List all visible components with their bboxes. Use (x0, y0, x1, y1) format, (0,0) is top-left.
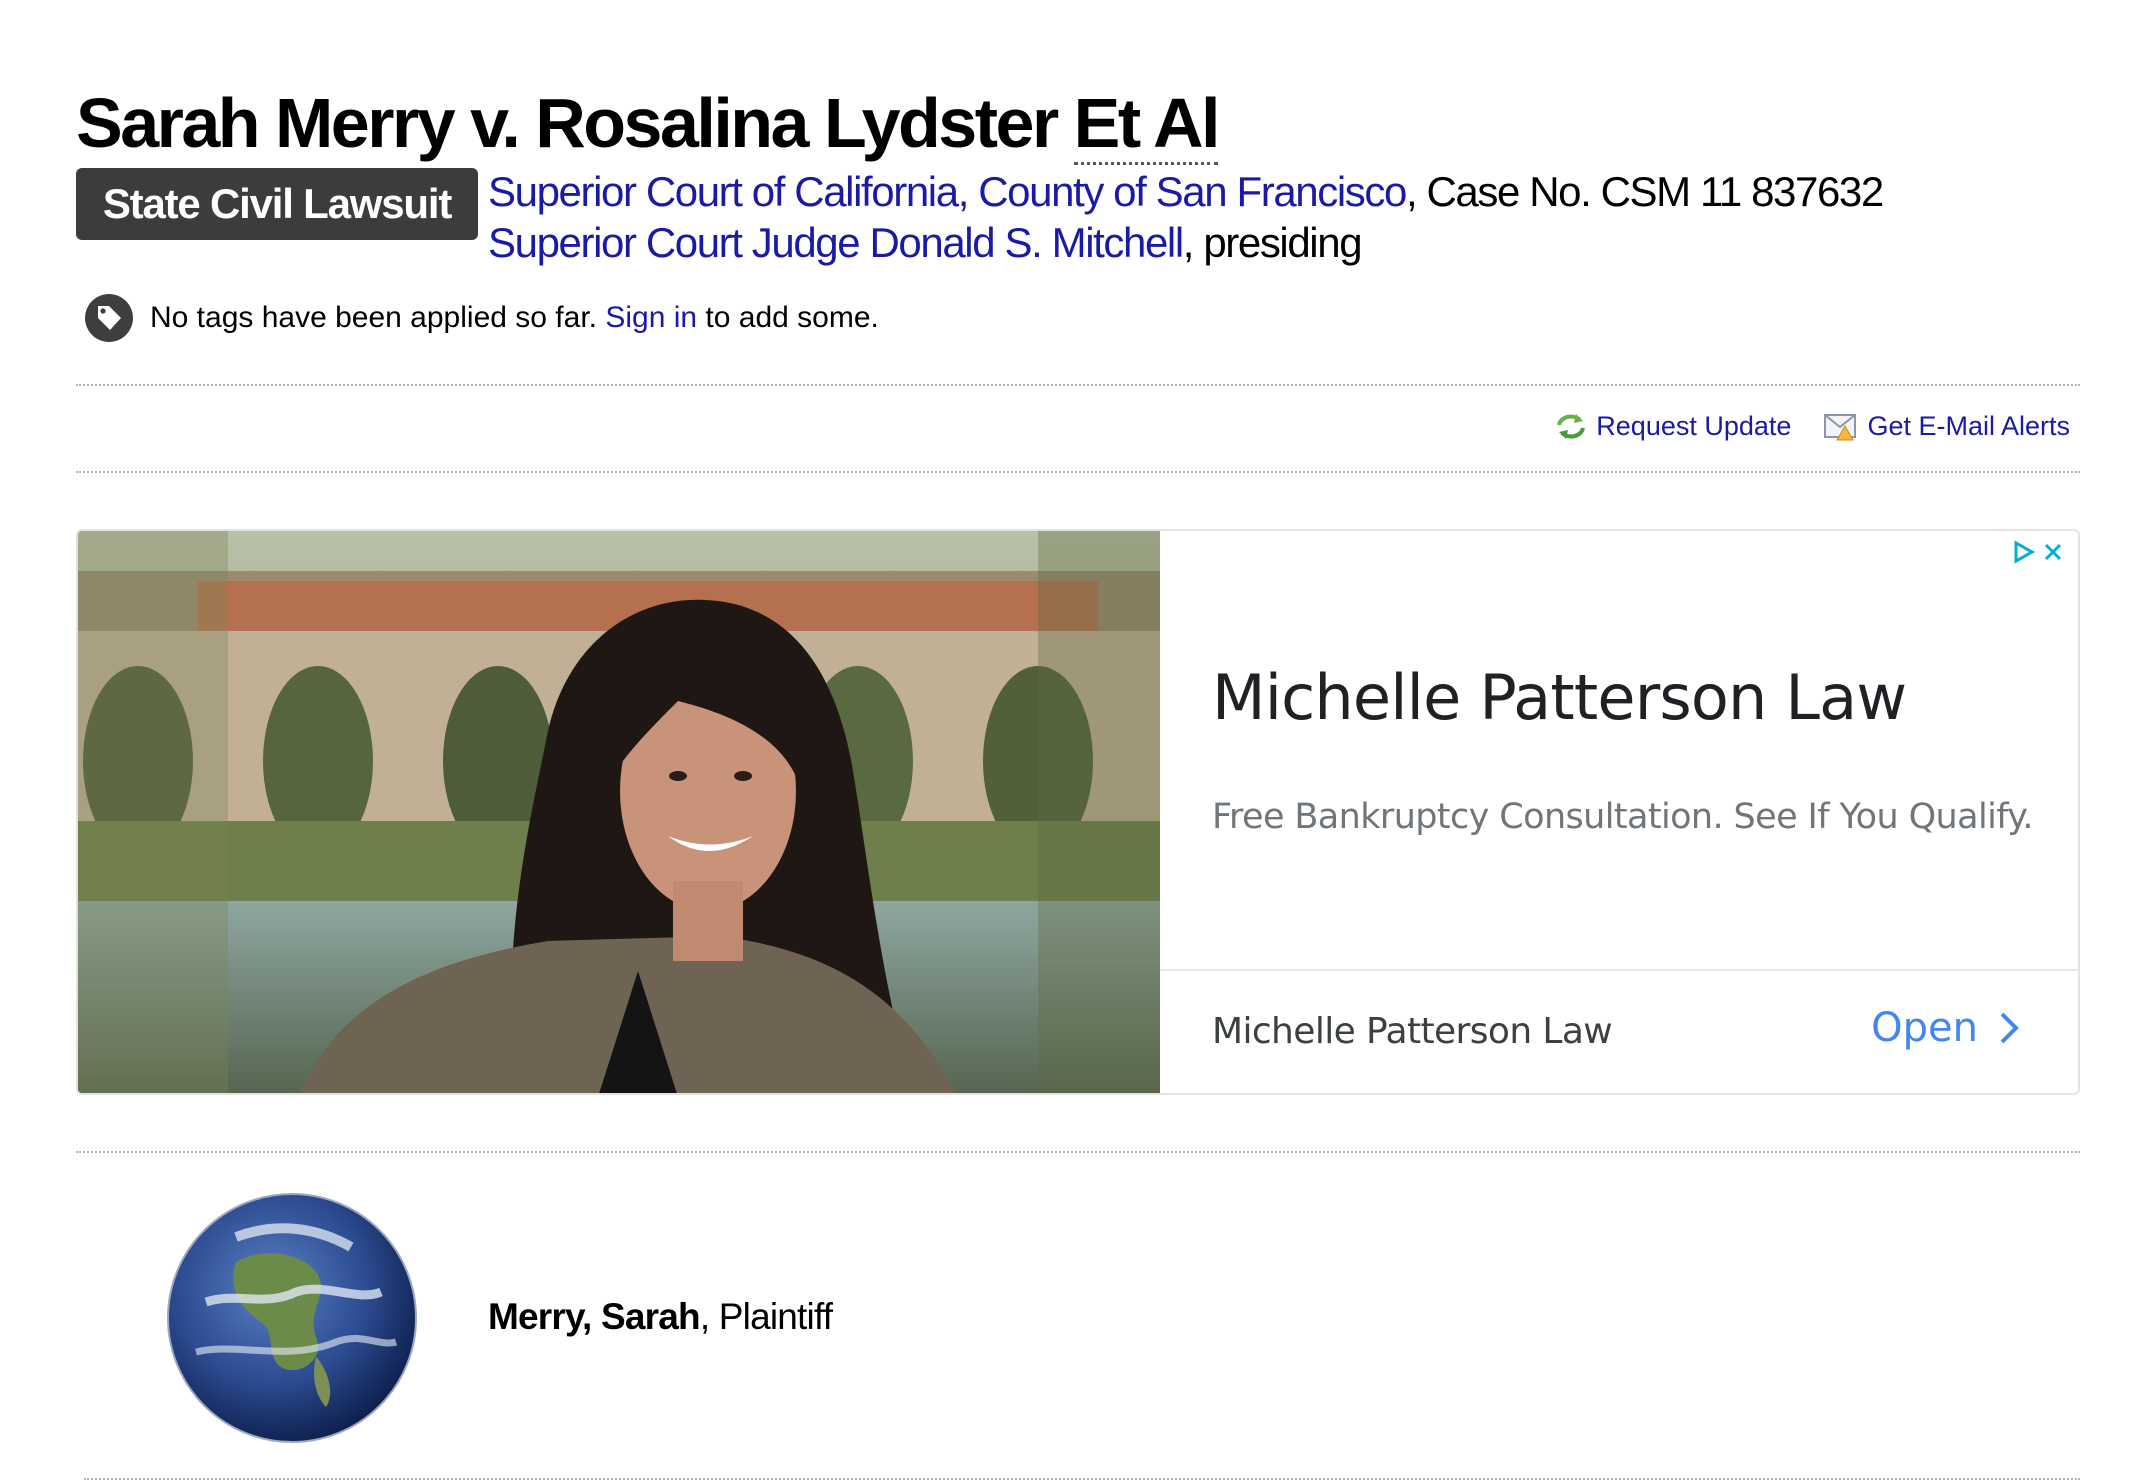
ad-divider (1160, 969, 2078, 971)
refresh-icon (1557, 414, 1586, 439)
case-type-badge: State Civil Lawsuit (76, 168, 478, 240)
ad-advertiser: Michelle Patterson Law (1212, 1011, 1613, 1052)
ad-choices[interactable] (2008, 537, 2068, 567)
ad-text-panel: Michelle Patterson Law Free Bankruptcy C… (1160, 531, 2078, 1093)
ad-open-label: Open (1871, 1005, 1978, 1051)
adchoices-icon[interactable] (2008, 537, 2038, 567)
email-alert-icon (1824, 414, 1857, 441)
case-title: Sarah Merry v. Rosalina Lydster Et Al (76, 82, 1221, 165)
court-line: Superior Court of California, County of … (488, 166, 1884, 218)
divider (76, 1151, 2080, 1153)
sign-in-link[interactable]: Sign in (605, 301, 697, 335)
party-entry: Merry, Sarah, Plaintiff (488, 1292, 833, 1342)
court-link[interactable]: Superior Court of California, County of … (488, 168, 1407, 215)
judge-link[interactable]: Superior Court Judge Donald S. Mitchell (488, 219, 1184, 266)
party-role: , Plaintiff (699, 1296, 833, 1337)
party-name[interactable]: Merry, Sarah (488, 1296, 701, 1337)
divider (76, 471, 2080, 473)
presiding-text: , presiding (1182, 219, 1363, 266)
chevron-right-icon (2000, 1012, 2019, 1044)
divider (76, 384, 2080, 386)
ad-banner[interactable]: Michelle Patterson Law Free Bankruptcy C… (76, 529, 2080, 1095)
ad-description: Free Bankruptcy Consultation. See If You… (1212, 797, 2034, 837)
tags-bar: No tags have been applied so far. Sign i… (84, 292, 879, 344)
request-update-label: Request Update (1596, 410, 1792, 441)
case-number: , Case No. CSM 11 837632 (1405, 168, 1884, 215)
tags-empty-text: No tags have been applied so far. (150, 301, 597, 334)
ad-open-button[interactable]: Open (1871, 1005, 2020, 1051)
email-alerts-button[interactable]: Get E-Mail Alerts (1823, 410, 2070, 442)
request-update-button[interactable]: Request Update (1554, 410, 1791, 442)
tags-suffix-text: to add some. (705, 301, 879, 334)
ad-close-icon[interactable] (2038, 537, 2068, 567)
email-alerts-label: Get E-Mail Alerts (1867, 410, 2070, 441)
judge-line: Superior Court Judge Donald S. Mitchell,… (488, 217, 1363, 269)
case-actions: Request Update Get E-Mail Alerts (1522, 404, 2070, 448)
earth-globe-image (167, 1193, 417, 1443)
et-al-abbr: Et Al (1073, 84, 1221, 165)
case-title-text: Sarah Merry v. Rosalina Lydster (76, 84, 1059, 162)
ad-headline[interactable]: Michelle Patterson Law (1212, 661, 1907, 734)
tag-icon (85, 294, 133, 342)
ad-photo (78, 531, 1160, 1093)
